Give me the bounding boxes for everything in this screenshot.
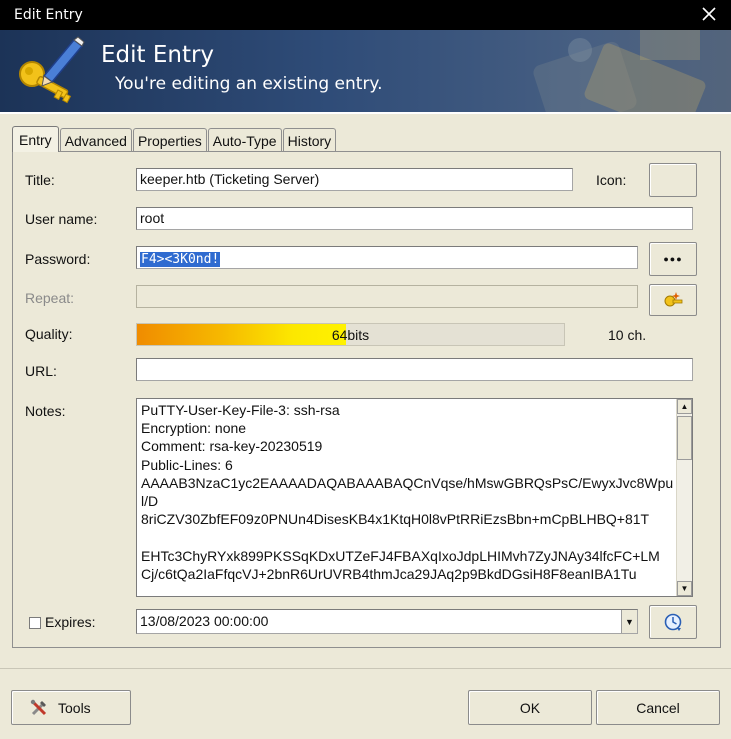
tab-bar: Entry Advanced Properties Auto-Type Hist… [12,126,337,152]
footer-divider [0,668,731,669]
ok-button[interactable]: OK [468,690,592,725]
banner-divider [0,112,731,114]
icon-picker-button[interactable] [649,163,697,197]
notes-label: Notes: [25,403,66,419]
close-icon[interactable] [699,4,719,24]
expires-label: Expires: [45,614,96,630]
password-field[interactable]: F4><3K0nd! [136,246,638,269]
clock-icon [664,613,682,631]
tab-advanced[interactable]: Advanced [59,128,132,152]
notes-textarea[interactable]: PuTTY-User-Key-File-3: ssh-rsa Encryptio… [136,398,693,597]
quality-bar-text: 64 bits [137,324,564,345]
tab-auto-type[interactable]: Auto-Type [207,128,282,152]
title-field[interactable]: keeper.htb (Ticketing Server) [136,168,573,191]
banner-subtitle: You're editing an existing entry. [115,74,383,94]
quality-label: Quality: [25,326,73,342]
quality-bar: 64 bits [136,323,565,346]
username-field[interactable]: root [136,207,693,230]
cancel-button[interactable]: Cancel [596,690,720,725]
username-label: User name: [25,211,98,227]
tools-button[interactable]: Tools [11,690,131,725]
title-label: Title: [25,172,55,188]
key-pencil-icon [19,36,85,104]
window-titlebar: Edit Entry [0,0,731,30]
toggle-password-visibility-button[interactable]: ●●● [649,242,697,276]
notes-scrollbar[interactable]: ▲ ▼ [676,399,692,596]
key-generator-icon [664,292,683,307]
quality-char-count: 10 ch. [608,327,647,343]
tools-icon [30,699,47,715]
quality-bits-number: 64 [331,326,348,343]
repeat-password-field [136,285,638,308]
repeat-label: Repeat: [25,290,75,306]
header-banner: Edit Entry You're editing an existing en… [0,30,731,112]
tab-properties[interactable]: Properties [132,128,207,152]
password-value-selected: F4><3K0nd! [138,251,222,268]
quality-bits-unit: bits [347,326,370,343]
banner-title: Edit Entry [101,42,215,68]
url-field[interactable] [136,358,693,381]
dropdown-arrow-icon[interactable]: ▼ [621,610,637,633]
scroll-thumb[interactable] [677,416,692,460]
tab-history[interactable]: History [282,128,337,152]
window-title: Edit Entry [14,7,83,23]
password-generator-button[interactable] [649,284,697,316]
tab-entry[interactable]: Entry [12,126,59,152]
notes-text: PuTTY-User-Key-File-3: ssh-rsa Encryptio… [141,402,674,582]
banner-background-art [533,30,706,112]
scroll-down-arrow-icon[interactable]: ▼ [677,581,692,596]
expiry-date-picker[interactable]: 13/08/2023 00:00:00 ▼ [136,609,638,634]
scroll-up-arrow-icon[interactable]: ▲ [677,399,692,414]
icon-label: Icon: [596,172,627,188]
expires-checkbox[interactable] [29,617,41,629]
url-label: URL: [25,363,57,379]
expiry-date-value: 13/08/2023 00:00:00 [140,613,269,629]
tools-button-label: Tools [58,699,91,716]
expiry-presets-button[interactable] [649,605,697,639]
password-label: Password: [25,251,91,267]
